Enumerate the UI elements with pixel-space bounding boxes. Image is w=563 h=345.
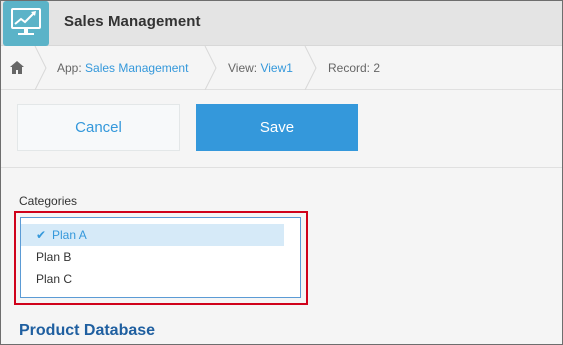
section-title-product-database: Product Database (19, 322, 156, 339)
option-label: Plan C (36, 272, 73, 286)
app-header: Sales Management (1, 1, 562, 46)
breadcrumb-separator-icon (304, 46, 317, 90)
option-plan-a[interactable]: ✔ Plan A (21, 224, 284, 246)
record-toolbar: Cancel Save (1, 90, 562, 168)
categories-multiselect[interactable]: ✔ Plan A Plan B Plan C (20, 217, 301, 298)
breadcrumb-app-link[interactable]: Sales Management (85, 61, 188, 75)
app-window: Sales Management App: Sales Management V… (0, 0, 563, 345)
option-plan-b[interactable]: Plan B (21, 246, 284, 268)
breadcrumb-record: Record: 2 (328, 61, 381, 75)
trend-chart-monitor-icon[interactable] (3, 1, 49, 46)
checkmark-icon: ✔ (36, 228, 47, 242)
breadcrumb-view-prefix: View: (228, 61, 261, 75)
breadcrumb: App: Sales Management View: View1 Record… (1, 46, 562, 90)
app-title: Sales Management (64, 13, 201, 30)
breadcrumb-view-link[interactable]: View1 (260, 61, 292, 75)
option-plan-c[interactable]: Plan C (21, 268, 284, 290)
breadcrumb-separator-icon (204, 46, 217, 90)
save-button[interactable]: Save (196, 104, 358, 151)
breadcrumb-app-prefix: App: (57, 61, 86, 75)
categories-label: Categories (19, 194, 78, 208)
home-icon[interactable] (9, 60, 25, 76)
option-label: Plan B (36, 250, 72, 264)
cancel-button[interactable]: Cancel (17, 104, 180, 151)
breadcrumb-app: App: Sales Management (57, 61, 188, 75)
breadcrumb-separator-icon (34, 46, 47, 90)
breadcrumb-view: View: View1 (228, 61, 293, 75)
